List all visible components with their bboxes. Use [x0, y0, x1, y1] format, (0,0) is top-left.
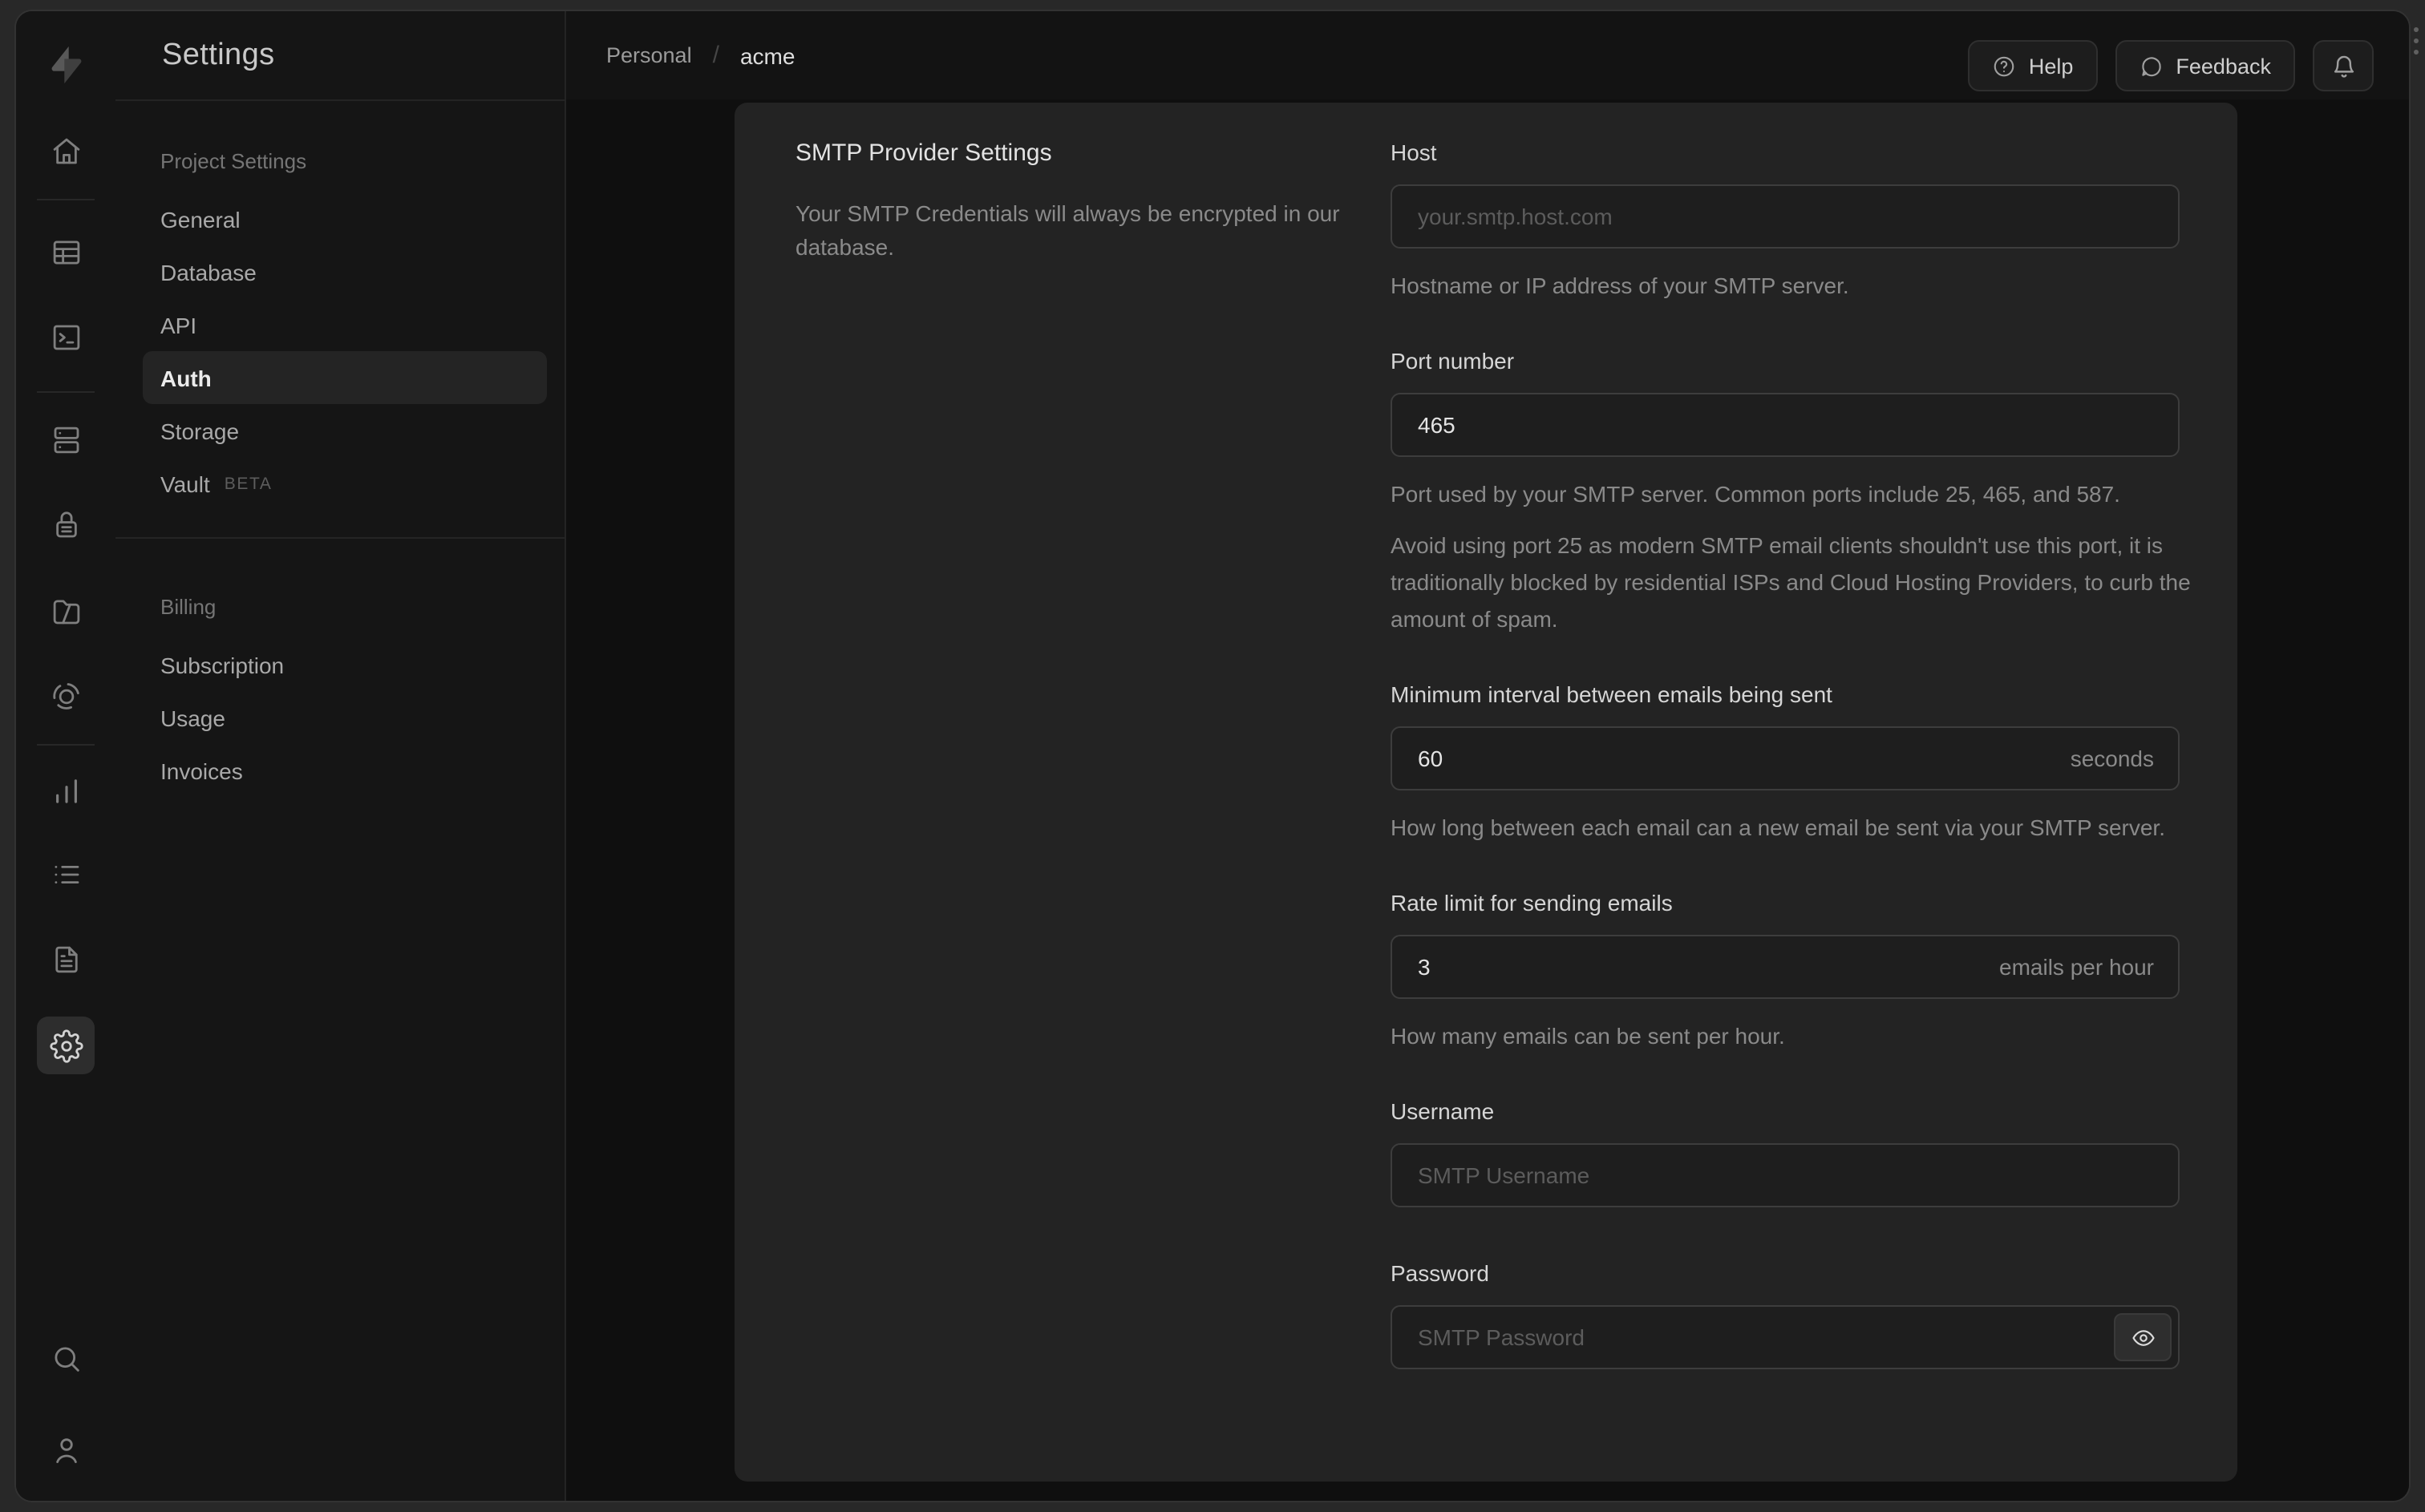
speech-bubble-icon: [2141, 56, 2161, 76]
interval-field: Minimum interval between emails being se…: [1391, 680, 2180, 847]
bell-icon: [2333, 55, 2354, 77]
search-icon[interactable]: [37, 1329, 95, 1387]
rail-divider: [37, 744, 95, 746]
eye-icon: [2131, 1329, 2154, 1345]
port-input[interactable]: [1391, 393, 2180, 457]
sidebar-item-storage[interactable]: Storage: [143, 404, 547, 457]
icon-rail: [16, 11, 117, 1501]
sidebar-item-general[interactable]: General: [143, 192, 547, 245]
password-field: Password: [1391, 1259, 2180, 1369]
port-field: Port number Port used by your SMTP serve…: [1391, 346, 2191, 638]
supabase-logo-icon[interactable]: [37, 35, 95, 93]
help-circle-icon: [1994, 55, 2014, 76]
api-docs-icon[interactable]: [37, 930, 95, 988]
port-helper: Port used by your SMTP server. Common po…: [1391, 481, 2120, 507]
breadcrumb-separator: /: [712, 42, 719, 69]
port-label: Port number: [1391, 348, 1515, 374]
sidebar-header: Settings: [115, 11, 565, 101]
sidebar-item-subscription[interactable]: Subscription: [143, 638, 547, 691]
host-label: Host: [1391, 139, 1437, 165]
sidebar-item-api[interactable]: API: [143, 298, 547, 351]
panel-description: Your SMTP Credentials will always be enc…: [796, 200, 1340, 260]
page-title: Settings: [162, 38, 275, 71]
screenshot-frame: Settings Project Settings General Databa…: [0, 0, 2425, 1512]
host-helper: Hostname or IP address of your SMTP serv…: [1391, 273, 1849, 298]
edge-functions-icon[interactable]: [37, 667, 95, 725]
interval-label: Minimum interval between emails being se…: [1391, 681, 1832, 707]
username-field: Username: [1391, 1097, 2180, 1207]
notifications-button[interactable]: [2313, 40, 2374, 91]
content-area: SMTP Provider Settings Your SMTP Credent…: [566, 99, 2409, 1501]
panel-info: SMTP Provider Settings Your SMTP Credent…: [796, 138, 1349, 265]
smtp-form: Host Hostname or IP address of your SMTP…: [1391, 138, 2191, 1411]
auth-icon[interactable]: [37, 495, 95, 553]
reveal-password-button[interactable]: [2114, 1313, 2172, 1361]
profile-icon[interactable]: [37, 1421, 95, 1478]
settings-sidebar: Settings Project Settings General Databa…: [115, 11, 566, 1501]
sidebar-item-usage[interactable]: Usage: [143, 691, 547, 744]
rail-divider: [37, 199, 95, 200]
port-warning: Avoid using port 25 as modern SMTP email…: [1391, 532, 2191, 632]
feedback-button[interactable]: Feedback: [2115, 40, 2295, 91]
sidebar-item-database[interactable]: Database: [143, 245, 547, 298]
username-input[interactable]: [1391, 1143, 2180, 1207]
host-field: Host Hostname or IP address of your SMTP…: [1391, 138, 2180, 305]
smtp-settings-panel: SMTP Provider Settings Your SMTP Credent…: [735, 103, 2237, 1482]
sql-editor-icon[interactable]: [37, 308, 95, 366]
username-label: Username: [1391, 1098, 1495, 1124]
sidebar-item-auth[interactable]: Auth: [143, 351, 547, 404]
section-label-project-settings: Project Settings: [160, 149, 307, 173]
database-icon[interactable]: [37, 410, 95, 468]
home-icon[interactable]: [37, 122, 95, 180]
top-bar: Personal / acme Help Feedback: [566, 11, 2409, 101]
project-settings-icon[interactable]: [37, 1017, 95, 1074]
settings-menu: Project Settings General Database API Au…: [115, 101, 565, 797]
window-scrollbar-thumb[interactable]: [2414, 27, 2419, 55]
logs-icon[interactable]: [37, 845, 95, 903]
rate-field: Rate limit for sending emails emails per…: [1391, 888, 2180, 1055]
panel-title: SMTP Provider Settings: [796, 139, 1052, 167]
password-input[interactable]: [1391, 1305, 2180, 1369]
password-label: Password: [1391, 1260, 1489, 1286]
section-label-billing: Billing: [160, 595, 217, 619]
topbar-actions: Help Feedback: [1967, 40, 2374, 91]
reports-icon[interactable]: [37, 762, 95, 819]
beta-badge: BETA: [224, 474, 273, 493]
rail-divider: [37, 391, 95, 393]
breadcrumb-project[interactable]: acme: [740, 42, 795, 68]
help-button[interactable]: Help: [1967, 40, 2098, 91]
interval-input[interactable]: [1391, 726, 2180, 790]
table-editor-icon[interactable]: [37, 223, 95, 281]
app-window: Settings Project Settings General Databa…: [16, 11, 2409, 1501]
sidebar-item-invoices[interactable]: Invoices: [143, 744, 547, 797]
rate-helper: How many emails can be sent per hour.: [1391, 1023, 1785, 1049]
rate-label: Rate limit for sending emails: [1391, 890, 1673, 916]
breadcrumb-org[interactable]: Personal: [606, 43, 692, 67]
sidebar-item-vault[interactable]: Vault BETA: [143, 457, 547, 510]
host-input[interactable]: [1391, 184, 2180, 249]
breadcrumb: Personal / acme: [606, 11, 795, 99]
storage-icon[interactable]: [37, 582, 95, 640]
interval-helper: How long between each email can a new em…: [1391, 815, 2165, 840]
rate-input[interactable]: [1391, 935, 2180, 999]
